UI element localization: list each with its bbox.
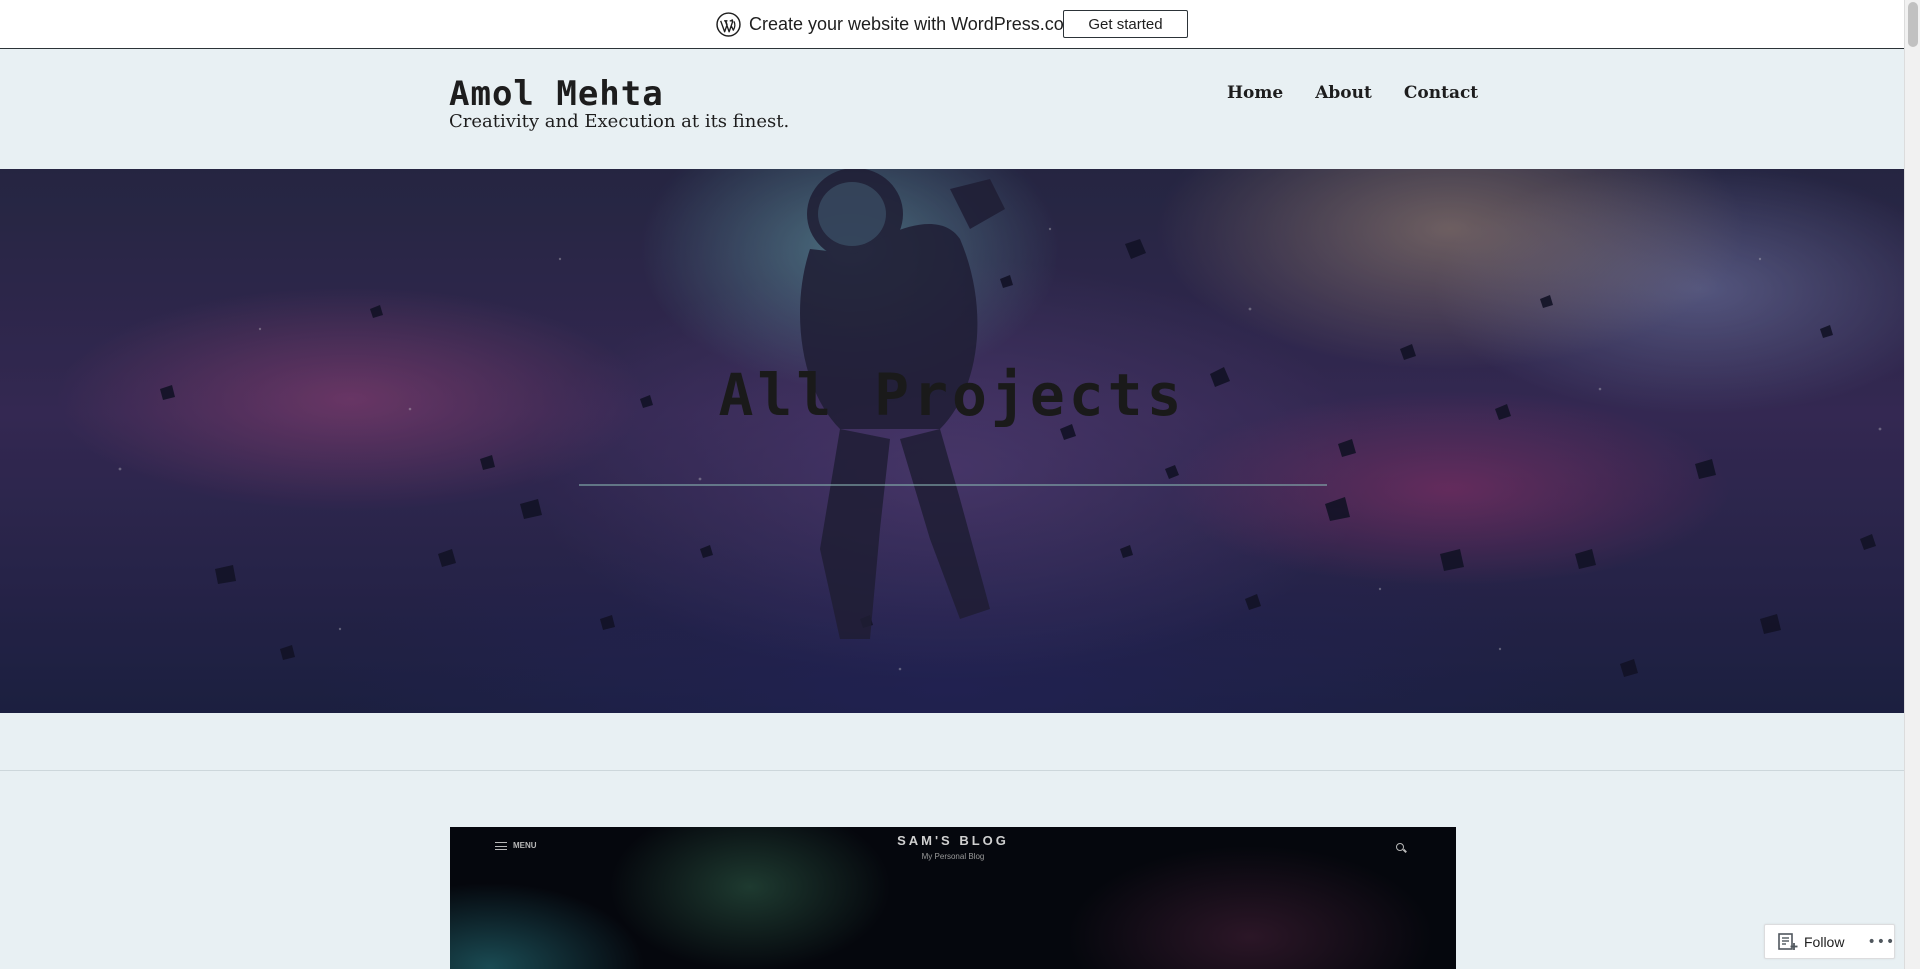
thumbnail-blog-subtitle: My Personal Blog	[921, 852, 985, 861]
main-navigation: Home About Contact	[1227, 83, 1478, 103]
title-divider	[579, 484, 1327, 486]
follow-label: Follow	[1804, 933, 1845, 950]
scrollbar-thumb[interactable]	[1908, 2, 1918, 47]
thumbnail-blog-title: SAM'S BLOG	[897, 833, 1009, 848]
follow-button[interactable]: Follow	[1765, 925, 1844, 958]
more-options-icon[interactable]: •••	[1867, 934, 1895, 950]
follow-widget: Follow •••	[1764, 924, 1895, 959]
wordpress-cta-text[interactable]: Create your website with WordPress.com	[749, 14, 1079, 35]
hero-overlay	[0, 169, 1904, 713]
nav-link-home[interactable]: Home	[1227, 83, 1283, 103]
wordpress-banner: Create your website with WordPress.com G…	[0, 0, 1904, 49]
page-scrollbar[interactable]	[1904, 0, 1920, 969]
nav-link-about[interactable]: About	[1315, 83, 1372, 103]
get-started-button[interactable]: Get started	[1063, 10, 1188, 38]
wordpress-banner-content: Create your website with WordPress.com	[716, 10, 1079, 38]
search-icon	[1396, 843, 1404, 851]
site-tagline: Creativity and Execution at its finest.	[449, 111, 790, 132]
wordpress-logo-icon	[716, 11, 741, 37]
nav-link-contact[interactable]: Contact	[1404, 83, 1478, 103]
project-thumbnail[interactable]: MENU SAM'S BLOG My Personal Blog	[450, 827, 1456, 969]
hero-banner: All Projects	[0, 169, 1904, 713]
reader-follow-icon	[1778, 932, 1798, 950]
site-title[interactable]: Amol Mehta	[449, 74, 664, 114]
section-divider	[0, 770, 1904, 771]
page-title: All Projects	[718, 361, 1186, 429]
